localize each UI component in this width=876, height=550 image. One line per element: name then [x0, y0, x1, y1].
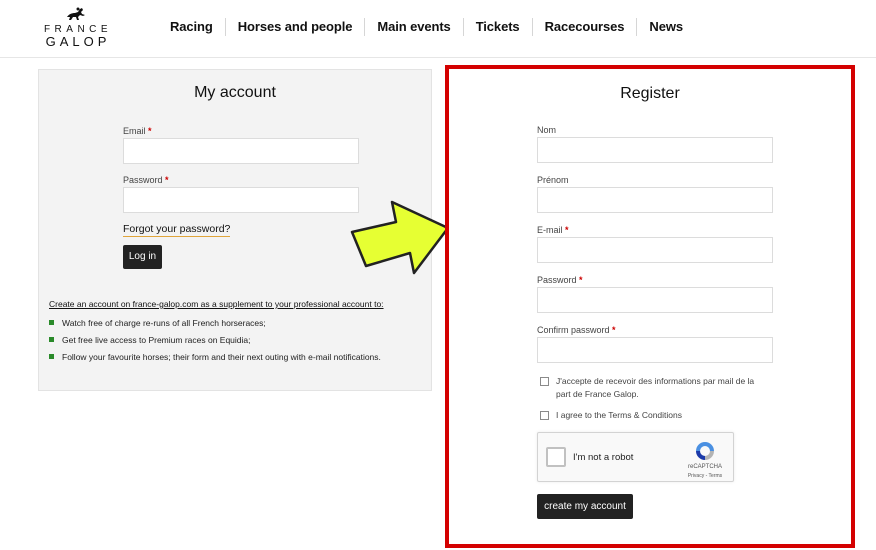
login-password-input[interactable]: [123, 187, 359, 213]
optin-text: J'accepte de recevoir des informations p…: [556, 376, 755, 399]
register-email-input[interactable]: [537, 237, 773, 263]
recaptcha-brand: reCAPTCHA: [687, 464, 722, 470]
logo-text-galop: GALOP: [45, 34, 111, 49]
nav-item-main-events[interactable]: Main events: [364, 18, 462, 36]
nav-item-news[interactable]: News: [636, 18, 695, 36]
register-email-label-text: E-mail: [537, 225, 563, 235]
bullet-icon: [49, 354, 54, 360]
password-label: Password *: [123, 175, 169, 185]
france-galop-logo[interactable]: FRANCE GALOP: [36, 6, 120, 50]
optin-checkbox-row: J'accepte de recevoir des informations p…: [540, 375, 770, 401]
benefit-text: Watch free of charge re-runs of all Fren…: [62, 318, 266, 328]
recaptcha-widget: I'm not a robot reCAPTCHA Privacy - Term…: [537, 432, 734, 482]
required-mark: *: [148, 126, 152, 136]
nom-input[interactable]: [537, 137, 773, 163]
nav-item-horses-and-people[interactable]: Horses and people: [224, 18, 365, 36]
nav-item-racecourses[interactable]: Racecourses: [531, 18, 637, 36]
nav-item-tickets[interactable]: Tickets: [462, 18, 532, 36]
confirm-password-label-text: Confirm password: [537, 325, 610, 335]
password-label-text: Password: [123, 175, 163, 185]
recaptcha-checkbox[interactable]: [546, 447, 566, 467]
required-mark: *: [612, 325, 616, 335]
forgot-password-link[interactable]: Forgot your password?: [123, 223, 231, 237]
bullet-icon: [49, 337, 54, 343]
required-mark: *: [579, 275, 583, 285]
benefit-item: Get free live access to Premium races on…: [49, 335, 251, 345]
confirm-password-label: Confirm password *: [537, 325, 616, 335]
benefit-text: Get free live access to Premium races on…: [62, 335, 251, 345]
terms-text: I agree to the Terms & Conditions: [556, 410, 682, 420]
benefit-text: Follow your favourite horses; their form…: [62, 352, 381, 362]
terms-checkbox[interactable]: [540, 411, 549, 420]
register-password-label: Password *: [537, 275, 583, 285]
required-mark: *: [165, 175, 169, 185]
create-account-link[interactable]: Create an account on france-galop.com as…: [49, 299, 384, 309]
email-label: Email *: [123, 126, 152, 136]
login-email-input[interactable]: [123, 138, 359, 164]
prenom-label-text: Prénom: [537, 175, 569, 185]
recaptcha-logo-icon: [696, 442, 714, 460]
horse-rider-icon: [67, 7, 85, 20]
register-title: Register: [620, 85, 680, 102]
prenom-input[interactable]: [537, 187, 773, 213]
login-title: My account: [194, 84, 276, 101]
nom-label-text: Nom: [537, 125, 557, 135]
recaptcha-label: I'm not a robot: [573, 452, 634, 463]
confirm-password-input[interactable]: [537, 337, 773, 363]
register-password-input[interactable]: [537, 287, 773, 313]
benefit-item: Follow your favourite horses; their form…: [49, 352, 381, 362]
site-header: FRANCE GALOP Racing Horses and people Ma…: [0, 0, 876, 58]
recaptcha-privacy-terms-link[interactable]: Privacy - Terms: [678, 473, 732, 479]
main-nav: Racing Horses and people Main events Tic…: [158, 17, 695, 37]
register-email-label: E-mail *: [537, 225, 569, 235]
nav-item-racing[interactable]: Racing: [158, 18, 225, 36]
required-mark: *: [565, 225, 569, 235]
create-account-button[interactable]: create my account: [537, 494, 633, 519]
terms-checkbox-row: I agree to the Terms & Conditions: [540, 409, 770, 422]
bullet-icon: [49, 320, 54, 326]
benefit-item: Watch free of charge re-runs of all Fren…: [49, 318, 266, 328]
highlight-arrow-icon: [350, 200, 450, 275]
register-password-label-text: Password: [537, 275, 577, 285]
nom-label: Nom: [537, 125, 556, 135]
optin-checkbox[interactable]: [540, 377, 549, 386]
prenom-label: Prénom: [537, 175, 569, 185]
login-button[interactable]: Log in: [123, 245, 162, 269]
register-panel: Register Nom Prénom E-mail * Password * …: [445, 65, 855, 548]
email-label-text: Email: [123, 126, 146, 136]
